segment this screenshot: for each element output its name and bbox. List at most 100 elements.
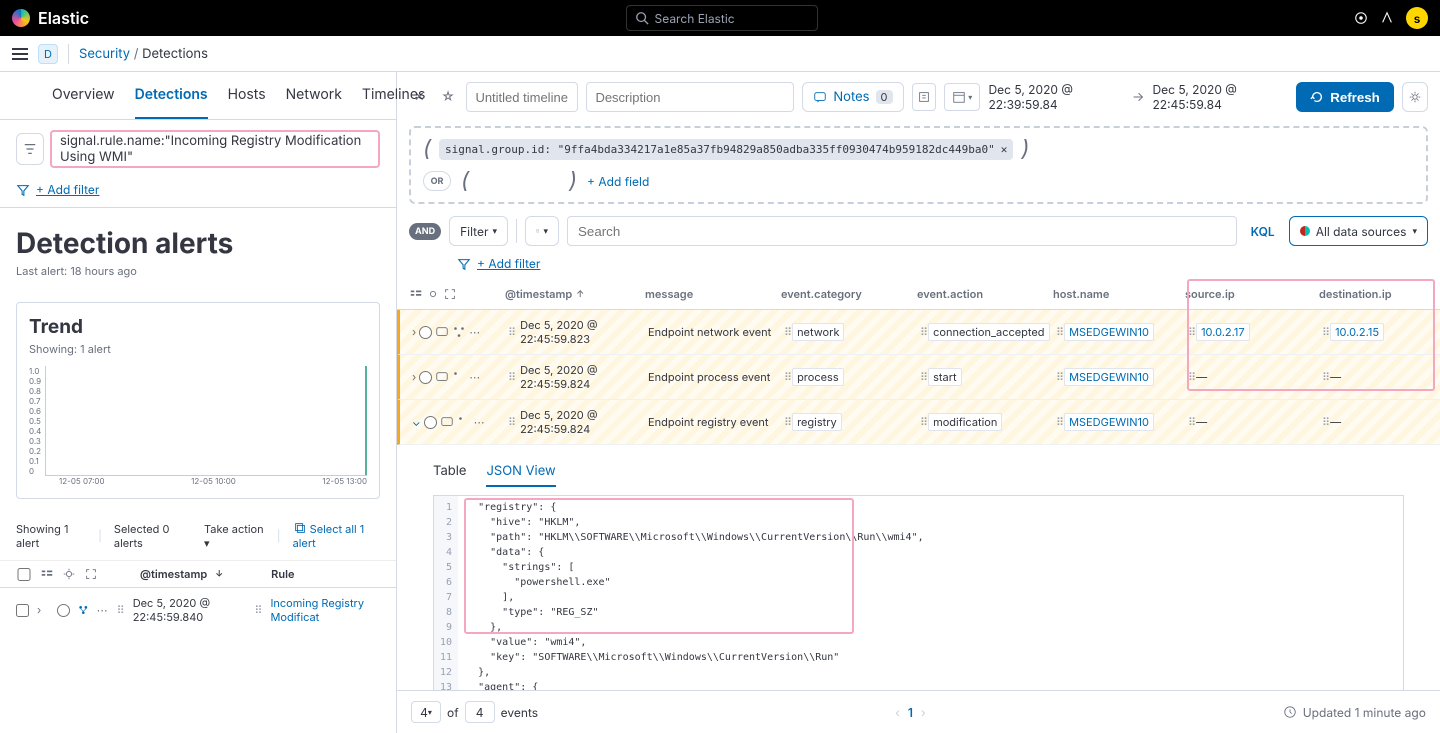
notes-button[interactable]: Notes 0 [802,82,903,112]
add-filter-link[interactable]: + Add filter [36,182,99,197]
nav-toggle-icon[interactable] [12,48,28,60]
timeline-search-input[interactable] [567,216,1237,246]
gear-column-icon[interactable] [426,287,440,301]
filter-dropdown[interactable]: Filter▾ [449,216,508,246]
top-header: Elastic Search Elastic s [0,0,1440,36]
tab-overview[interactable]: Overview [52,72,115,119]
tab-detections[interactable]: Detections [135,72,208,119]
col-event-action[interactable]: event.action [917,283,1053,305]
analyze-icon[interactable] [78,603,89,617]
attach-icon[interactable] [912,83,936,111]
user-avatar[interactable]: s [1406,7,1428,29]
search-icon [635,11,649,25]
tab-timelines[interactable]: Timelines [362,72,425,119]
timeline-panel: ✕ ☆ Notes 0 ▾ Dec 5, 2020 @ 22:39:59.84 … [397,72,1440,733]
filter-icon [23,142,37,156]
next-page-icon[interactable]: › [921,705,926,720]
expand-row-icon[interactable]: › [37,603,49,617]
saved-query-icon[interactable]: ▾ [525,216,559,246]
col-timestamp[interactable]: @timestamp [140,567,207,581]
kql-toggle[interactable]: KQL [1245,220,1281,243]
notes-row-icon[interactable] [435,325,449,339]
remove-filter-icon[interactable]: ✕ [1001,143,1008,156]
pages-select-icon [293,521,307,535]
prev-page-icon[interactable]: ‹ [895,705,900,720]
datasource-dot-icon [1300,226,1310,236]
add-field-link[interactable]: + Add field [587,174,649,189]
expand-icon[interactable]: › [412,325,416,339]
trend-subtitle: Showing: 1 alert [29,342,367,356]
row-radio[interactable] [57,604,70,617]
date-quick-icon[interactable]: ▾ [944,83,981,111]
help-icon[interactable] [1380,11,1394,25]
kql-query-input[interactable]: signal.rule.name:"Incoming Registry Modi… [50,130,380,168]
page-size-selector[interactable]: 4 ▾ [411,701,441,723]
breadcrumb-current: Detections [142,46,208,62]
or-badge: OR [423,171,451,191]
analyze-row-icon[interactable] [452,325,466,339]
global-search-input[interactable]: Search Elastic [626,5,818,31]
filter-funnel-icon [457,257,471,271]
refresh-button[interactable]: Refresh [1296,82,1394,112]
total-count: 4 [465,701,495,723]
gear-column-icon[interactable] [62,567,76,581]
filter-chip[interactable]: signal.group.id: "9ffa4bda334217a1e85a37… [439,139,1013,160]
col-rule[interactable]: Rule [271,567,294,581]
breadcrumb-parent[interactable]: Security [79,46,130,62]
kql-options-toggle[interactable] [16,133,44,165]
newsfeed-icon[interactable] [1354,11,1368,25]
timeline-settings-icon[interactable] [1402,82,1428,112]
trend-title: Trend [29,315,367,338]
timeline-desc-input[interactable] [586,82,794,112]
trend-card: Trend Showing: 1 alert 1.0 0.9 0.8 0.7 0… [16,302,380,499]
timeline-title-input[interactable] [466,82,578,112]
datasource-dropdown[interactable]: All data sources ▾ [1289,216,1428,246]
more-actions-icon[interactable]: ⋯ [97,603,109,617]
fullscreen-icon[interactable] [84,567,98,581]
collapse-icon[interactable]: ⌄ [412,415,421,429]
favorite-icon[interactable]: ☆ [438,85,459,109]
row-rule[interactable]: Incoming Registry Modificat [270,596,380,624]
fullscreen-icon[interactable] [443,287,457,301]
add-filter-link-2[interactable]: + Add filter [477,256,540,271]
col-event-category[interactable]: event.category [781,283,917,305]
json-viewer[interactable]: 1 2 3 4 5 6 7 8 9 10 11 12 13 14 15 16 1… [433,495,1404,690]
filter-funnel-icon [16,183,30,197]
view-tab-json[interactable]: JSON View [486,457,555,487]
search-placeholder: Search Elastic [655,11,735,26]
col-host-name[interactable]: host.name [1053,283,1185,305]
field-browser-icon[interactable] [40,567,54,581]
tab-network[interactable]: Network [286,72,342,119]
tab-bar: Overview Detections Hosts Network Timeli… [0,72,396,120]
row-checkbox[interactable] [16,604,29,617]
elastic-logo-icon [12,9,30,27]
filter-drop-zone[interactable]: ( signal.group.id: "9ffa4bda334217a1e85a… [409,126,1428,204]
page-number[interactable]: 1 [908,705,913,720]
and-badge: AND [409,223,441,240]
drag-handle-icon[interactable]: ⠿ [117,603,125,617]
take-action-dropdown[interactable]: Take action ▾ [204,522,265,550]
showing-text: Showing 1 alert [16,522,86,550]
event-row: ⌄⋯ ⠿Dec 5, 2020 @ 22:45:59.824 Endpoint … [397,400,1440,445]
col-timestamp[interactable]: @timestamp↑ [505,283,645,305]
date-to[interactable]: Dec 5, 2020 @ 22:45:59.84 [1152,82,1288,112]
select-all-checkbox[interactable] [16,568,32,581]
view-tab-table[interactable]: Table [433,457,466,487]
selected-text: Selected 0 alerts [114,522,192,550]
pin-radio[interactable] [419,326,432,339]
space-selector[interactable]: D [38,44,58,64]
trend-chart-area [45,366,367,476]
brand-name: Elastic [38,8,89,28]
field-browser-icon[interactable] [409,287,423,301]
updated-text: Updated 1 minute ago [1303,705,1426,720]
notes-icon [813,90,827,104]
refresh-icon [1310,90,1324,104]
col-message[interactable]: message [645,283,781,305]
alert-row: › ⋯ ⠿ Dec 5, 2020 @ 22:45:59.840 ⠿ Incom… [0,588,396,632]
more-row-icon[interactable]: ⋯ [469,325,480,339]
footer-bar: 4 ▾ of 4 events ‹ 1 › Updated 1 minute a… [397,690,1440,733]
date-from[interactable]: Dec 5, 2020 @ 22:39:59.84 [988,82,1124,112]
left-panel: Overview Detections Hosts Network Timeli… [0,72,397,733]
tab-hosts[interactable]: Hosts [228,72,266,119]
select-all-link[interactable]: Select all 1 alert [293,521,380,550]
